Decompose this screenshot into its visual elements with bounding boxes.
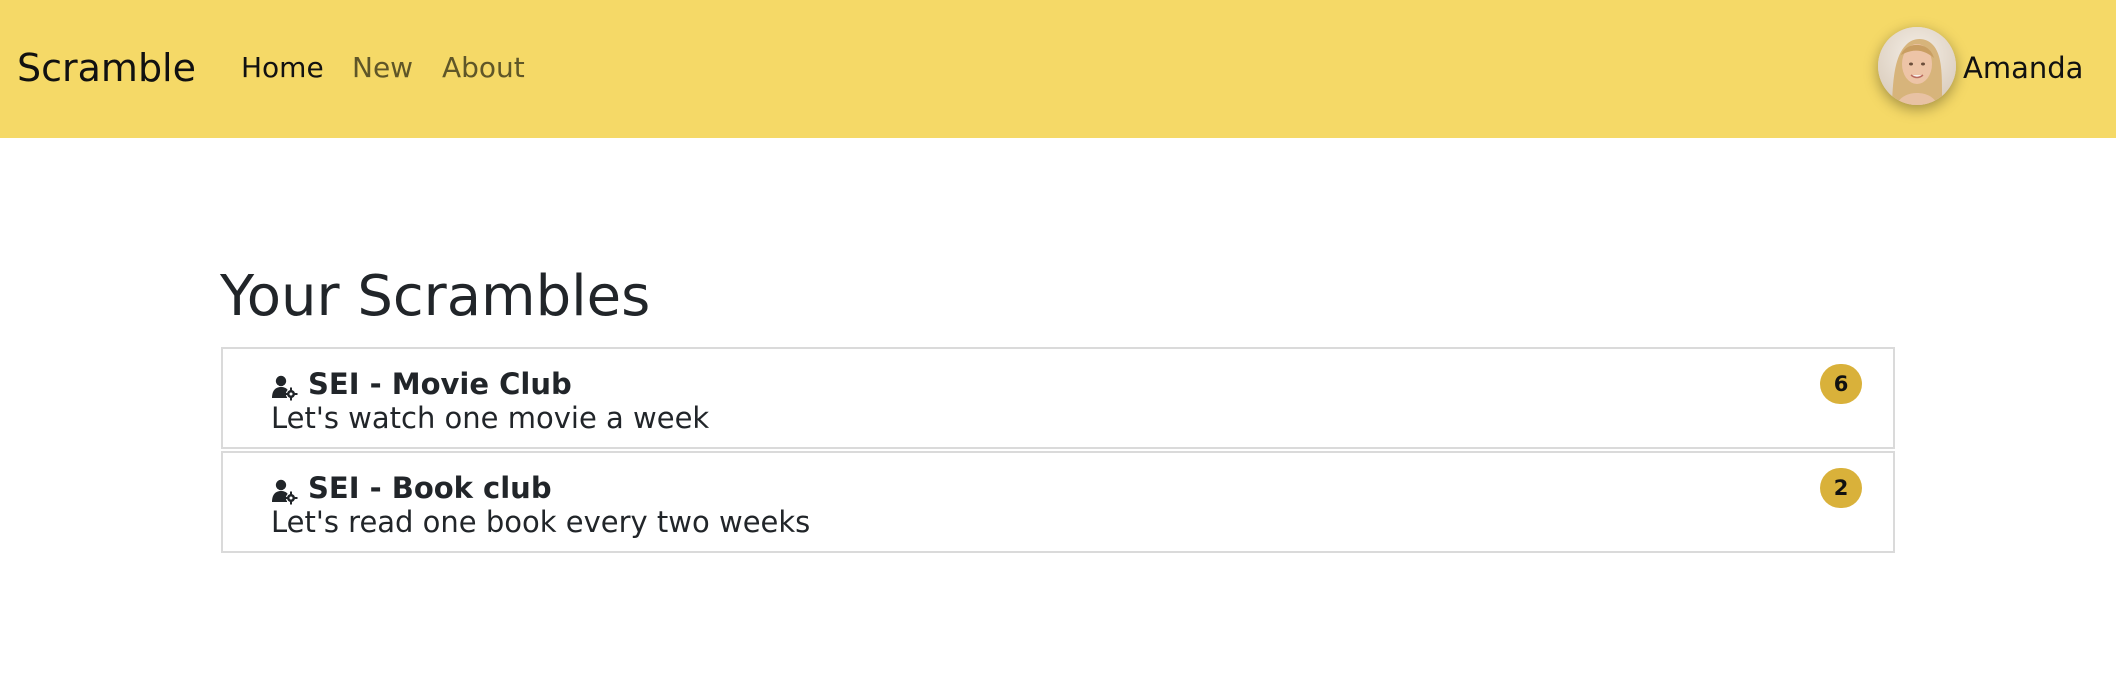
user-name[interactable]: Amanda — [1963, 50, 2083, 86]
user-avatar[interactable] — [1878, 27, 1956, 105]
member-count-badge: 6 — [1820, 364, 1862, 404]
scramble-title: SEI - Book club — [308, 471, 552, 505]
scramble-list-item[interactable]: SEI - Book club Let's read one book ever… — [221, 451, 1895, 553]
nav-link-new[interactable]: New — [352, 50, 413, 86]
scramble-description: Let's watch one movie a week — [271, 401, 710, 435]
user-gear-icon — [272, 479, 298, 505]
scramble-description: Let's read one book every two weeks — [271, 505, 811, 539]
scramble-list-item[interactable]: SEI - Movie Club Let's watch one movie a… — [221, 347, 1895, 449]
top-navbar: Scramble Home New About Amanda — [0, 0, 2116, 138]
page-title: Your Scrambles — [220, 264, 651, 329]
brand-link[interactable]: Scramble — [17, 42, 196, 94]
scramble-list: SEI - Movie Club Let's watch one movie a… — [221, 347, 1895, 555]
user-avatar-photo — [1878, 27, 1956, 105]
scramble-title: SEI - Movie Club — [308, 367, 572, 401]
nav-link-home[interactable]: Home — [241, 50, 324, 86]
user-gear-icon — [272, 375, 298, 401]
nav-link-about[interactable]: About — [442, 50, 525, 86]
member-count-badge: 2 — [1820, 468, 1862, 508]
